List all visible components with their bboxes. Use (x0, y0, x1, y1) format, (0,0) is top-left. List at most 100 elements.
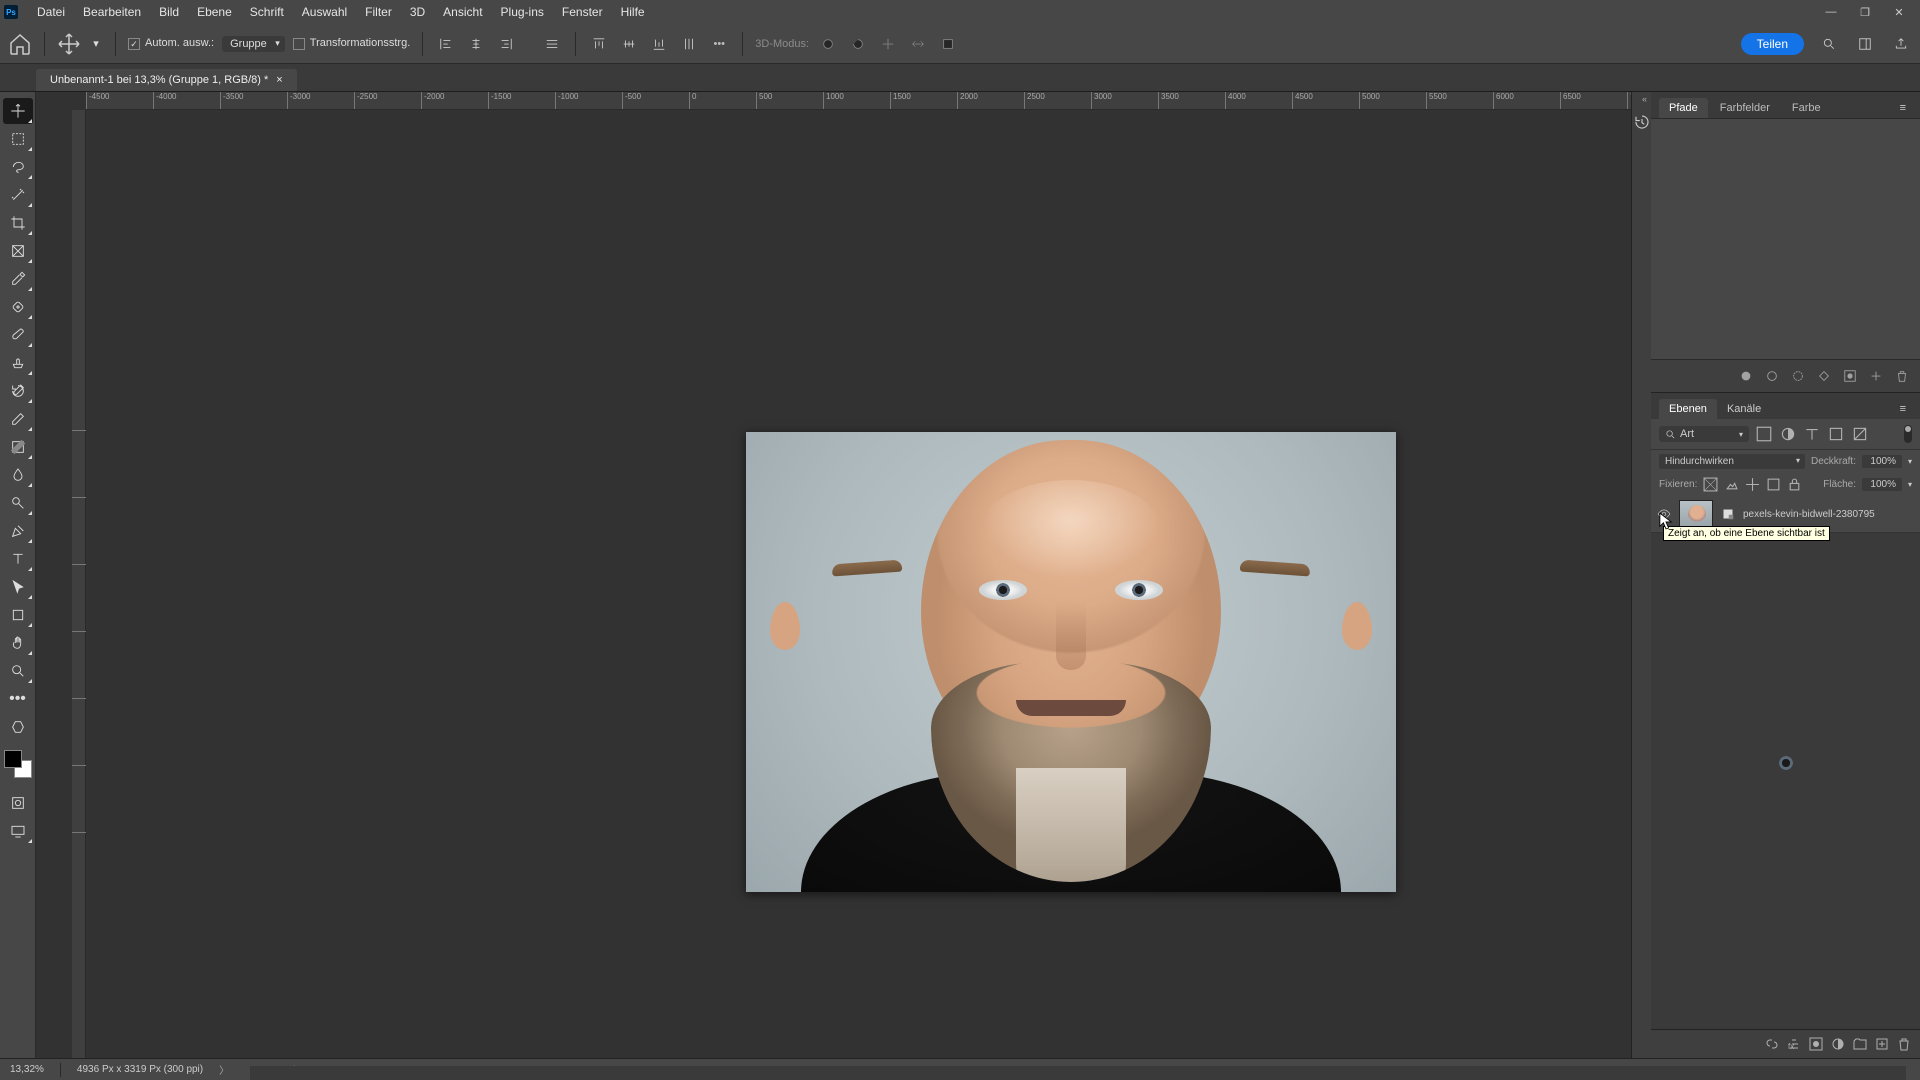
auto-select-checkbox[interactable]: Autom. ausw.: (128, 37, 214, 49)
blend-mode-dropdown[interactable]: Hindurchwirken (1659, 454, 1805, 469)
stroke-path-icon[interactable] (1764, 368, 1780, 384)
search-icon[interactable] (1818, 33, 1840, 55)
layers-panel-menu-icon[interactable]: ≡ (1894, 399, 1912, 419)
more-align-icon[interactable]: ••• (708, 33, 730, 55)
screen-mode-icon[interactable] (3, 818, 33, 844)
path-to-selection-icon[interactable] (1790, 368, 1806, 384)
type-tool[interactable] (3, 546, 33, 572)
lock-image-icon[interactable] (1724, 477, 1739, 492)
shape-tool[interactable] (3, 602, 33, 628)
ruler-horizontal[interactable]: -4500-4000-3500-3000-2500-2000-1500-1000… (86, 92, 1650, 110)
menu-hilfe[interactable]: Hilfe (612, 5, 654, 19)
menu-bearbeiten[interactable]: Bearbeiten (74, 5, 150, 19)
docinfo-menu-icon[interactable]: 〉 (219, 1062, 229, 1077)
home-icon[interactable] (8, 32, 32, 56)
menu-schrift[interactable]: Schrift (241, 5, 293, 19)
distribute-h-icon[interactable] (541, 33, 563, 55)
filter-pixel-icon[interactable] (1755, 425, 1773, 443)
menu-3d[interactable]: 3D (401, 5, 434, 19)
dodge-tool[interactable] (3, 490, 33, 516)
delete-layer-icon[interactable] (1896, 1036, 1912, 1052)
lock-position-icon[interactable] (1745, 477, 1760, 492)
selection-to-path-icon[interactable] (1816, 368, 1832, 384)
document-info[interactable]: 4936 Px x 3319 Px (300 ppi) (77, 1064, 203, 1075)
blur-tool[interactable] (3, 462, 33, 488)
layer-list[interactable]: pexels-kevin-bidwell-2380795 Zeigt an, o… (1651, 496, 1920, 1029)
panel-collapse-strip[interactable]: « (1631, 92, 1651, 1058)
filter-shape-icon[interactable] (1827, 425, 1845, 443)
panel-menu-icon[interactable]: ≡ (1894, 98, 1912, 118)
tab-kanaele[interactable]: Kanäle (1717, 399, 1771, 419)
move-tool[interactable] (3, 98, 33, 124)
document-tab[interactable]: Unbenannt-1 bei 13,3% (Gruppe 1, RGB/8) … (36, 69, 297, 91)
align-bottom-icon[interactable] (648, 33, 670, 55)
pen-tool[interactable] (3, 518, 33, 544)
auto-select-target-dropdown[interactable]: Gruppe (222, 36, 285, 52)
lock-transparent-icon[interactable] (1703, 477, 1718, 492)
menu-ansicht[interactable]: Ansicht (434, 5, 491, 19)
ruler-vertical[interactable] (72, 110, 86, 1058)
filter-toggle-switch[interactable] (1904, 425, 1912, 443)
export-share-icon[interactable] (1890, 33, 1912, 55)
tool-preset-dropdown-icon[interactable]: ▾ (89, 32, 103, 56)
menu-datei[interactable]: Datei (28, 5, 74, 19)
layer-mask-icon[interactable] (1808, 1036, 1824, 1052)
tab-farbe[interactable]: Farbe (1782, 98, 1831, 118)
lock-all-icon[interactable] (1787, 477, 1802, 492)
window-close-button[interactable]: ✕ (1882, 0, 1916, 24)
quick-mask-icon[interactable] (3, 790, 33, 816)
adjustment-layer-icon[interactable] (1830, 1036, 1846, 1052)
tab-pfade[interactable]: Pfade (1659, 98, 1708, 118)
layer-name[interactable]: pexels-kevin-bidwell-2380795 (1743, 509, 1914, 520)
history-panel-icon[interactable] (1633, 106, 1651, 124)
foreground-color-swatch[interactable] (4, 750, 22, 768)
color-swatches[interactable] (4, 750, 32, 778)
align-left-icon[interactable] (435, 33, 457, 55)
eyedropper-tool[interactable] (3, 266, 33, 292)
hand-tool[interactable] (3, 630, 33, 656)
add-mask-icon[interactable] (1842, 368, 1858, 384)
path-selection-tool[interactable] (3, 574, 33, 600)
zoom-tool[interactable] (3, 658, 33, 684)
layer-thumbnail[interactable] (1679, 500, 1713, 528)
menu-plugins[interactable]: Plug-ins (492, 5, 553, 19)
share-button[interactable]: Teilen (1741, 33, 1804, 55)
edit-toolbar-icon[interactable] (3, 714, 33, 740)
eraser-tool[interactable] (3, 406, 33, 432)
new-path-icon[interactable] (1868, 368, 1884, 384)
crop-tool[interactable] (3, 210, 33, 236)
align-right-icon[interactable] (495, 33, 517, 55)
link-layers-icon[interactable] (1764, 1036, 1780, 1052)
lock-artboard-icon[interactable] (1766, 477, 1781, 492)
healing-brush-tool[interactable] (3, 294, 33, 320)
filter-smartobject-icon[interactable] (1851, 425, 1869, 443)
paths-panel-body[interactable] (1651, 119, 1920, 359)
close-tab-icon[interactable]: × (276, 74, 282, 86)
fill-path-icon[interactable] (1738, 368, 1754, 384)
filter-adjustment-icon[interactable] (1779, 425, 1797, 443)
workspace-icon[interactable] (1854, 33, 1876, 55)
zoom-level[interactable]: 13,32% (10, 1064, 44, 1075)
menu-bild[interactable]: Bild (150, 5, 188, 19)
menu-auswahl[interactable]: Auswahl (293, 5, 356, 19)
new-layer-icon[interactable] (1874, 1036, 1890, 1052)
delete-path-icon[interactable] (1894, 368, 1910, 384)
menu-filter[interactable]: Filter (356, 5, 401, 19)
tab-ebenen[interactable]: Ebenen (1659, 399, 1717, 419)
collapse-chevron-icon[interactable]: « (1642, 94, 1647, 104)
opacity-value-input[interactable]: 100% (1862, 455, 1902, 468)
transform-controls-checkbox[interactable]: Transformationsstrg. (293, 37, 410, 49)
magic-wand-tool[interactable] (3, 182, 33, 208)
align-center-v-icon[interactable] (618, 33, 640, 55)
menu-ebene[interactable]: Ebene (188, 5, 241, 19)
lasso-tool[interactable] (3, 154, 33, 180)
document-image[interactable] (746, 432, 1396, 892)
clone-stamp-tool[interactable] (3, 350, 33, 376)
gradient-tool[interactable] (3, 434, 33, 460)
layer-style-icon[interactable]: fx (1786, 1036, 1802, 1052)
filter-type-icon[interactable] (1803, 425, 1821, 443)
align-center-h-icon[interactable] (465, 33, 487, 55)
move-tool-icon[interactable] (57, 32, 81, 56)
layer-filter-type-dropdown[interactable]: Art ▾ (1659, 426, 1749, 442)
menu-fenster[interactable]: Fenster (553, 5, 612, 19)
